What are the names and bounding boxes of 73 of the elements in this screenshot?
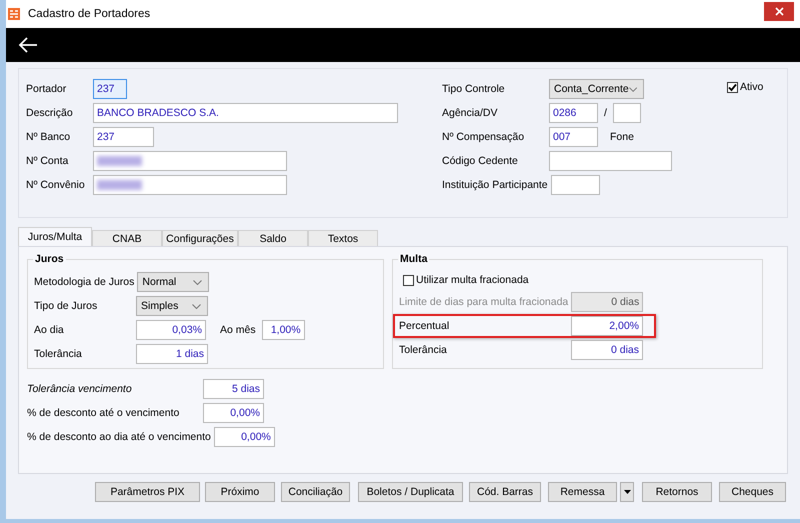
chevron-icon — [628, 86, 637, 92]
action-button[interactable]: Parâmetros PIX — [95, 482, 200, 502]
input-field[interactable]: 0,00% — [203, 403, 264, 423]
field-label: Agência/DV — [442, 107, 498, 119]
chevron-icon — [193, 280, 202, 284]
field-label: Limite de dias para multa fracionada — [399, 296, 570, 308]
input-field[interactable] — [549, 151, 672, 171]
input-field[interactable] — [93, 151, 287, 171]
input-field[interactable] — [550, 175, 600, 195]
checkbox-label: Utilizar multa fracionada — [416, 274, 529, 286]
input-field[interactable]: 237 — [93, 127, 154, 147]
action-button[interactable]: Boletos / Duplicata — [358, 482, 463, 502]
back-button[interactable] — [18, 37, 38, 53]
field-label: Código Cedente — [442, 155, 519, 167]
field-label: Tipo de Juros — [34, 300, 98, 312]
window-title: Cadastro de Portadores — [28, 8, 150, 20]
input-field[interactable]: 007 — [549, 127, 598, 147]
caret-icon — [624, 490, 630, 494]
dropdown[interactable]: Simples — [136, 296, 208, 316]
dropdown-button[interactable] — [620, 482, 634, 502]
action-button[interactable]: Próximo — [205, 482, 275, 502]
tab[interactable]: CNAB — [92, 230, 162, 246]
dropdown[interactable]: Conta_Corrente — [549, 79, 644, 99]
tab[interactable]: Configurações — [162, 230, 238, 246]
dropdown[interactable]: Normal — [137, 272, 210, 292]
field-label: Tolerância — [399, 344, 448, 356]
group-title: Juros — [33, 253, 66, 265]
checkbox-label: Ativo — [740, 81, 764, 93]
input-field[interactable]: 1 dias — [136, 344, 208, 364]
input-field[interactable]: 0,00% — [214, 427, 275, 447]
field-label: Nº Banco — [26, 131, 72, 143]
field-label: Percentual — [399, 320, 450, 332]
tab[interactable]: Saldo — [238, 230, 308, 246]
field-label: Tolerância vencimento — [27, 383, 133, 395]
field-label: Ao mês — [220, 324, 256, 336]
checkbox[interactable] — [727, 82, 738, 92]
input-field[interactable] — [93, 175, 287, 195]
field-label: % de desconto até o vencimento — [27, 407, 180, 419]
back-arrow-icon — [18, 37, 38, 53]
field-label: Nº Compensação — [442, 131, 526, 143]
chevron-icon — [192, 304, 201, 308]
input-field[interactable]: 0 dias — [571, 340, 643, 360]
field-label: Nº Conta — [26, 155, 70, 167]
field-label: % de desconto ao dia até o vencimento — [27, 431, 212, 443]
field-label: Instituição Participante — [442, 179, 549, 191]
input-field[interactable]: 0,03% — [136, 320, 206, 340]
action-button[interactable]: Conciliação — [281, 482, 350, 502]
input-field[interactable]: 0286 — [549, 103, 598, 123]
field-label: Descrição — [26, 107, 74, 119]
tab[interactable]: Juros/Multa — [18, 227, 92, 246]
group-title: Multa — [398, 253, 430, 265]
input-field[interactable]: 1,00% — [262, 320, 305, 340]
input-field[interactable]: 237 — [93, 79, 127, 99]
action-button[interactable]: Retornos — [642, 482, 712, 502]
field-label: Fone — [610, 131, 634, 143]
separator-label: / — [604, 107, 607, 119]
input-field[interactable] — [612, 103, 641, 123]
input-field[interactable]: 2,00% — [571, 316, 643, 336]
field-label: Metodologia de Juros — [34, 276, 136, 288]
input-field[interactable]: 5 dias — [203, 379, 264, 399]
field-label: Portador — [26, 83, 68, 95]
close-icon — [774, 6, 784, 16]
action-button[interactable]: Cód. Barras — [469, 482, 541, 502]
action-button[interactable]: Remessa — [548, 482, 617, 502]
input-field[interactable]: BANCO BRADESCO S.A. — [93, 103, 398, 123]
checkbox[interactable] — [403, 274, 414, 286]
field-label: Ao dia — [34, 324, 65, 336]
tab[interactable]: Textos — [308, 230, 378, 246]
field-label: Tolerância — [34, 348, 83, 360]
field-label: Tipo Controle — [442, 83, 506, 95]
action-button[interactable]: Cheques — [719, 482, 786, 502]
field-label: Nº Convênio — [26, 179, 86, 191]
close-button[interactable] — [764, 2, 794, 20]
